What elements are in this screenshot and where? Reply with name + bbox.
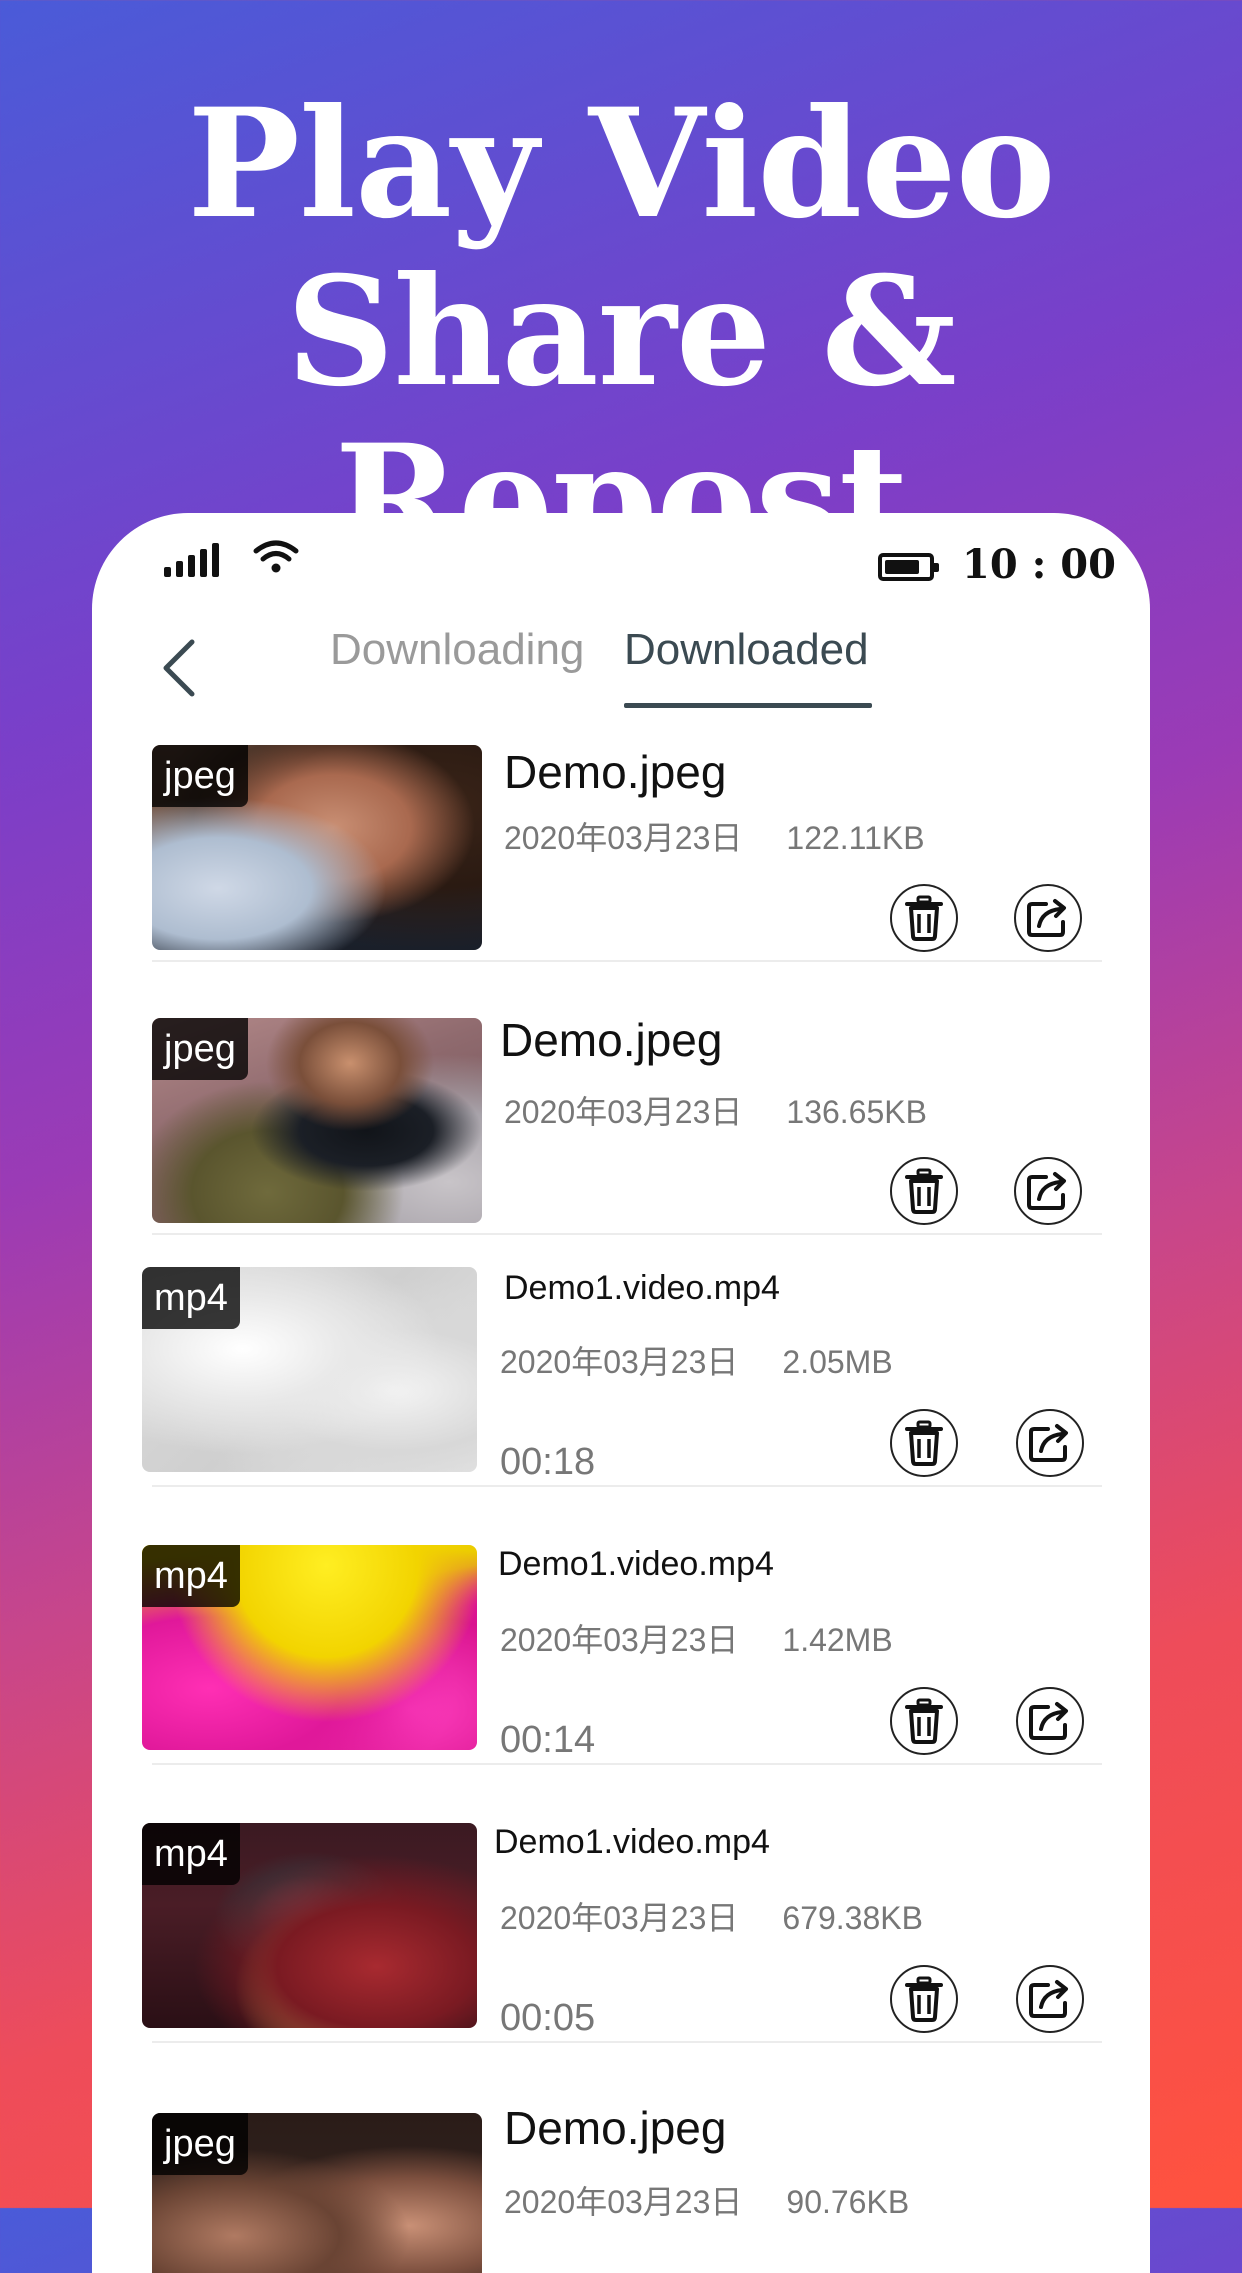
trash-icon <box>905 1168 943 1214</box>
file-meta: 2020年03月23日 1.42MB <box>500 1615 893 1661</box>
delete-button[interactable] <box>890 1409 958 1477</box>
status-bar: 10 : 00 <box>92 513 1150 623</box>
file-size: 136.65KB <box>786 1094 927 1130</box>
share-icon <box>1027 1172 1066 1210</box>
file-name: Demo.jpeg <box>504 746 727 798</box>
file-date: 2020年03月23日 <box>500 1622 739 1658</box>
thumbnail-image[interactable]: jpeg <box>152 2113 482 2273</box>
share-button[interactable] <box>1014 884 1082 952</box>
thumbnail-image[interactable]: jpeg <box>152 745 482 950</box>
file-date: 2020年03月23日 <box>500 1344 739 1380</box>
delete-button[interactable] <box>890 1687 958 1755</box>
file-size: 90.76KB <box>786 2184 910 2220</box>
delete-button[interactable] <box>890 1965 958 2033</box>
file-type-badge: jpeg <box>152 2113 248 2175</box>
thumbnail-image[interactable]: mp4 <box>142 1545 477 1750</box>
headline-line-1: Play Video <box>187 76 1055 252</box>
phone-screen: 10 : 00 Downloading Downloaded jpeg Demo… <box>92 513 1150 2273</box>
file-name: Demo1.video.mp4 <box>504 1269 780 1307</box>
signal-icon <box>164 543 224 577</box>
wifi-icon <box>253 540 299 573</box>
file-size: 679.38KB <box>782 1900 923 1936</box>
battery-icon <box>878 553 939 581</box>
file-name: Demo1.video.mp4 <box>498 1545 774 1583</box>
trash-icon <box>905 1420 943 1466</box>
delete-button[interactable] <box>890 1157 958 1225</box>
promo-headline: Play Video Share & Repost <box>0 80 1242 584</box>
trash-icon <box>905 895 943 941</box>
share-button[interactable] <box>1016 1965 1084 2033</box>
row-divider <box>152 960 1102 962</box>
share-button[interactable] <box>1016 1687 1084 1755</box>
file-date: 2020年03月23日 <box>504 820 743 856</box>
file-meta: 2020年03月23日 90.76KB <box>504 2177 909 2223</box>
thumbnail-image[interactable]: mp4 <box>142 1823 477 2028</box>
video-duration: 00:05 <box>500 1997 596 2039</box>
file-date: 2020年03月23日 <box>504 1094 743 1130</box>
file-name: Demo1.video.mp4 <box>494 1823 770 1861</box>
tab-downloading[interactable]: Downloading <box>330 625 584 675</box>
file-size: 2.05MB <box>782 1344 893 1380</box>
file-type-badge: jpeg <box>152 1018 248 1080</box>
file-type-badge: mp4 <box>142 1823 240 1885</box>
file-meta: 2020年03月23日 679.38KB <box>500 1893 923 1939</box>
video-duration: 00:18 <box>500 1441 596 1483</box>
tab-downloaded[interactable]: Downloaded <box>624 625 869 675</box>
file-type-badge: jpeg <box>152 745 248 807</box>
thumbnail-image[interactable]: mp4 <box>142 1267 477 1472</box>
trash-icon <box>905 1976 943 2022</box>
file-meta: 2020年03月23日 136.65KB <box>504 1087 927 1133</box>
share-button[interactable] <box>1014 1157 1082 1225</box>
share-icon <box>1027 899 1066 937</box>
status-time: 10 : 00 <box>962 541 1116 588</box>
row-divider <box>152 1763 1102 1765</box>
share-icon <box>1029 1980 1068 2018</box>
share-icon <box>1029 1702 1068 1740</box>
video-duration: 00:14 <box>500 1719 596 1761</box>
trash-icon <box>905 1698 943 1744</box>
share-icon <box>1029 1424 1068 1462</box>
row-divider <box>152 1485 1102 1487</box>
file-size: 1.42MB <box>782 1622 893 1658</box>
file-name: Demo.jpeg <box>500 1014 723 1066</box>
file-date: 2020年03月23日 <box>500 1900 739 1936</box>
file-meta: 2020年03月23日 2.05MB <box>500 1337 893 1383</box>
row-divider <box>152 1233 1102 1235</box>
file-name: Demo.jpeg <box>504 2102 727 2154</box>
active-tab-indicator <box>624 703 872 708</box>
file-meta: 2020年03月23日 122.11KB <box>504 813 925 859</box>
file-size: 122.11KB <box>786 820 925 856</box>
row-divider <box>152 2041 1102 2043</box>
back-button[interactable] <box>148 628 208 708</box>
share-button[interactable] <box>1016 1409 1084 1477</box>
delete-button[interactable] <box>890 884 958 952</box>
thumbnail-image[interactable]: jpeg <box>152 1018 482 1223</box>
file-type-badge: mp4 <box>142 1545 240 1607</box>
file-type-badge: mp4 <box>142 1267 240 1329</box>
file-date: 2020年03月23日 <box>504 2184 743 2220</box>
